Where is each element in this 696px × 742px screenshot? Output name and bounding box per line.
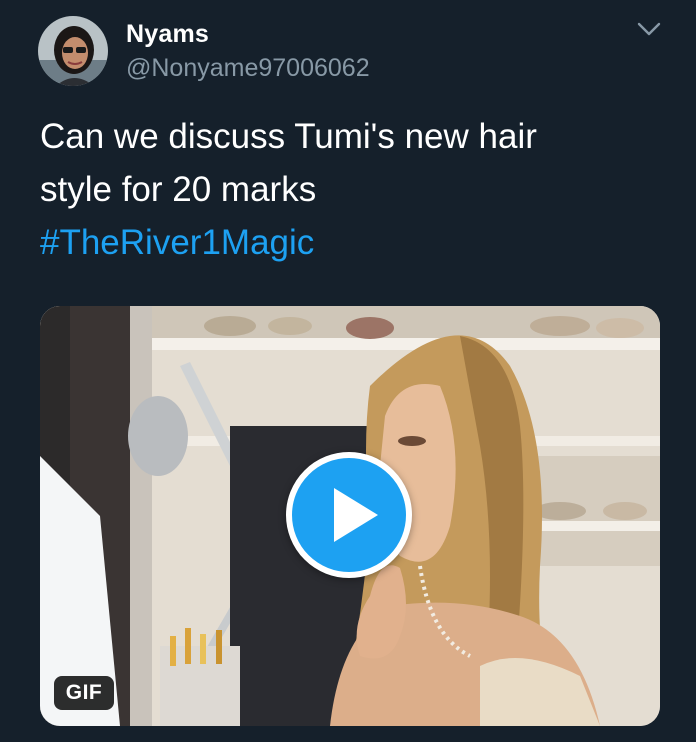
tweet-text: Can we discuss Tumi's new hair style for… <box>40 110 670 269</box>
gif-media[interactable]: GIF <box>40 306 660 726</box>
gif-badge: GIF <box>54 676 114 710</box>
user-display-name[interactable]: Nyams <box>126 20 209 49</box>
tweet-text-line: Can we discuss Tumi's new hair <box>40 117 537 156</box>
chevron-down-icon[interactable] <box>636 20 662 38</box>
play-button[interactable] <box>286 452 412 578</box>
tweet-text-line: style for 20 marks <box>40 170 317 209</box>
user-avatar[interactable] <box>38 16 108 86</box>
user-handle[interactable]: @Nonyame97006062 <box>126 54 370 83</box>
play-icon <box>334 488 378 542</box>
avatar-image <box>38 16 108 86</box>
tweet-card: Nyams @Nonyame97006062 Can we discuss Tu… <box>0 0 696 742</box>
hashtag-link[interactable]: #TheRiver1Magic <box>40 216 670 269</box>
